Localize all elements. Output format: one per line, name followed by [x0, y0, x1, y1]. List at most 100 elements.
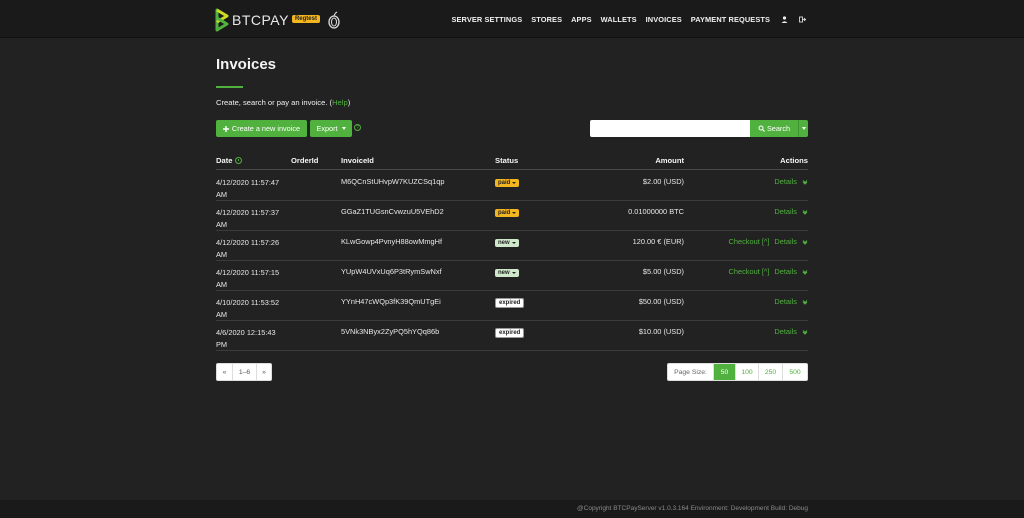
nav-apps[interactable]: APPS [571, 15, 592, 24]
details-link[interactable]: Details [774, 297, 797, 306]
nav-wallets[interactable]: WALLETS [601, 15, 637, 24]
chevron-down-icon[interactable] [802, 269, 808, 275]
page-size-500[interactable]: 500 [783, 364, 807, 380]
invoice-id: YUpW4UVxUq6P3tRymSwNxf [341, 267, 442, 276]
caret-down-icon [511, 272, 516, 274]
pagination-prev-button[interactable]: « [217, 364, 233, 380]
search-options-dropdown[interactable] [798, 120, 808, 137]
title-underline [216, 86, 243, 88]
status-cell: expired [495, 297, 525, 308]
chevron-down-icon[interactable] [802, 239, 808, 245]
table-row: 4/10/2020 11:53:52 AM YYnH47cWQp3fK39QmU… [216, 291, 808, 321]
details-link[interactable]: Details [774, 177, 797, 186]
logout-icon[interactable] [798, 15, 806, 23]
table-header-divider [216, 169, 808, 170]
chevron-down-icon[interactable] [802, 299, 808, 305]
row-actions: Checkout [^] Details [729, 237, 808, 246]
row-actions: Details [774, 207, 808, 216]
invoice-amount: $10.00 (USD) [638, 327, 684, 336]
details-link[interactable]: Details [774, 237, 797, 246]
nav-invoices[interactable]: INVOICES [646, 15, 682, 24]
table-row: 4/12/2020 11:57:47 AM M6QCnStUHvpW7KUZCS… [216, 171, 808, 201]
table-row: 4/12/2020 11:57:26 AM KLwGowp4PvnyH88owM… [216, 231, 808, 261]
status-cell: new [495, 237, 519, 247]
pagination-next-button[interactable]: » [257, 364, 271, 380]
chevron-down-icon[interactable] [802, 329, 808, 335]
invoice-date: 4/12/2020 11:57:47 AM [216, 178, 280, 199]
footer: @Copyright BTCPayServer v1.0.3.164 Envir… [0, 500, 1024, 518]
caret-down-icon [511, 242, 516, 244]
help-link[interactable]: Help [332, 98, 348, 107]
invoice-date: 4/6/2020 12:15:43 PM [216, 328, 276, 349]
column-header-invoiceid: InvoiceId [341, 156, 374, 165]
page-subtitle: Create, search or pay an invoice. (Help) [216, 98, 351, 107]
status-badge[interactable]: paid [495, 179, 520, 187]
invoice-amount: $2.00 (USD) [642, 177, 684, 186]
page-size-label: Page Size: [668, 364, 714, 380]
caret-down-icon [801, 127, 806, 130]
details-link[interactable]: Details [774, 327, 797, 336]
row-actions: Checkout [^] Details [729, 267, 808, 276]
pagination-range: 1–6 [233, 364, 257, 380]
invoice-id: M6QCnStUHvpW7KUZCSq1qp [341, 177, 445, 186]
column-header-actions: Actions [780, 156, 808, 165]
invoice-date: 4/12/2020 11:57:15 AM [216, 268, 280, 289]
question-icon[interactable]: ? [354, 124, 361, 131]
invoice-date: 4/10/2020 11:53:52 AM [216, 298, 280, 319]
status-cell: paid [495, 177, 520, 187]
page-title: Invoices [216, 56, 277, 73]
search-icon [758, 125, 765, 132]
page-size-selector: Page Size: 50 100 250 500 [667, 363, 808, 381]
nav-server-settings[interactable]: SERVER SETTINGS [451, 15, 522, 24]
invoice-id: 5VNk3NByx2ZyPQ5hYQq86b [341, 327, 440, 336]
invoice-id: GGaZ1TUGsnCvwzuU5VEhD2 [341, 207, 444, 216]
search-input[interactable] [590, 120, 750, 137]
checkout-link[interactable]: Checkout [^] [729, 267, 770, 276]
create-invoice-button[interactable]: Create a new invoice [216, 120, 307, 137]
nav-stores[interactable]: STORES [531, 15, 562, 24]
status-badge: expired [495, 328, 525, 338]
table-row: 4/12/2020 11:57:37 AM GGaZ1TUGsnCvwzuU5V… [216, 201, 808, 231]
column-header-amount: Amount [655, 156, 684, 165]
search-button[interactable]: Search [750, 120, 798, 137]
caret-down-icon [512, 212, 517, 214]
nav-payment-requests[interactable]: PAYMENT REQUESTS [691, 15, 770, 24]
column-header-status: Status [495, 156, 519, 165]
details-link[interactable]: Details [774, 207, 797, 216]
network-badge: Regtest [291, 15, 320, 23]
page-size-250[interactable]: 250 [759, 364, 783, 380]
caret-down-icon [512, 182, 517, 184]
page-size-50[interactable]: 50 [714, 364, 736, 380]
page-size-100[interactable]: 100 [736, 364, 759, 380]
plus-icon [222, 125, 229, 132]
checkout-link[interactable]: Checkout [^] [729, 237, 770, 246]
invoice-amount: $5.00 (USD) [642, 267, 684, 276]
footer-copyright: @Copyright BTCPayServer v1.0.3.164 Envir… [577, 505, 808, 512]
row-actions: Details [774, 327, 808, 336]
status-cell: paid [495, 207, 520, 217]
invoice-date: 4/12/2020 11:57:26 AM [216, 238, 280, 259]
invoice-amount: 0.01000000 BTC [628, 207, 684, 216]
export-dropdown-button[interactable]: Export [310, 120, 352, 137]
chevron-down-icon[interactable] [802, 179, 808, 185]
user-icon[interactable] [780, 15, 788, 23]
column-header-date[interactable]: Date [216, 156, 243, 165]
main-nav: SERVER SETTINGS STORES APPS WALLETS INVO… [442, 0, 806, 38]
row-actions: Details [774, 177, 808, 186]
clock-icon[interactable] [235, 157, 243, 164]
details-link[interactable]: Details [774, 267, 797, 276]
status-badge[interactable]: new [495, 269, 519, 277]
invoice-amount: 120.00 € (EUR) [632, 237, 684, 246]
tor-onion-icon [328, 11, 340, 29]
status-cell: new [495, 267, 519, 277]
table-row: 4/12/2020 11:57:15 AM YUpW4UVxUq6P3tRymS… [216, 261, 808, 291]
caret-down-icon [341, 127, 346, 130]
brand-logo-link[interactable]: BTCPAY Regtest [215, 7, 340, 33]
chevron-down-icon[interactable] [802, 209, 808, 215]
brand-name: BTCPAY [232, 12, 289, 28]
pagination: « 1–6 » [216, 363, 272, 381]
table-row: 4/6/2020 12:15:43 PM 5VNk3NByx2ZyPQ5hYQq… [216, 321, 808, 351]
status-badge[interactable]: paid [495, 209, 520, 217]
invoice-id: KLwGowp4PvnyH88owMmgHf [341, 237, 443, 246]
status-badge[interactable]: new [495, 239, 519, 247]
